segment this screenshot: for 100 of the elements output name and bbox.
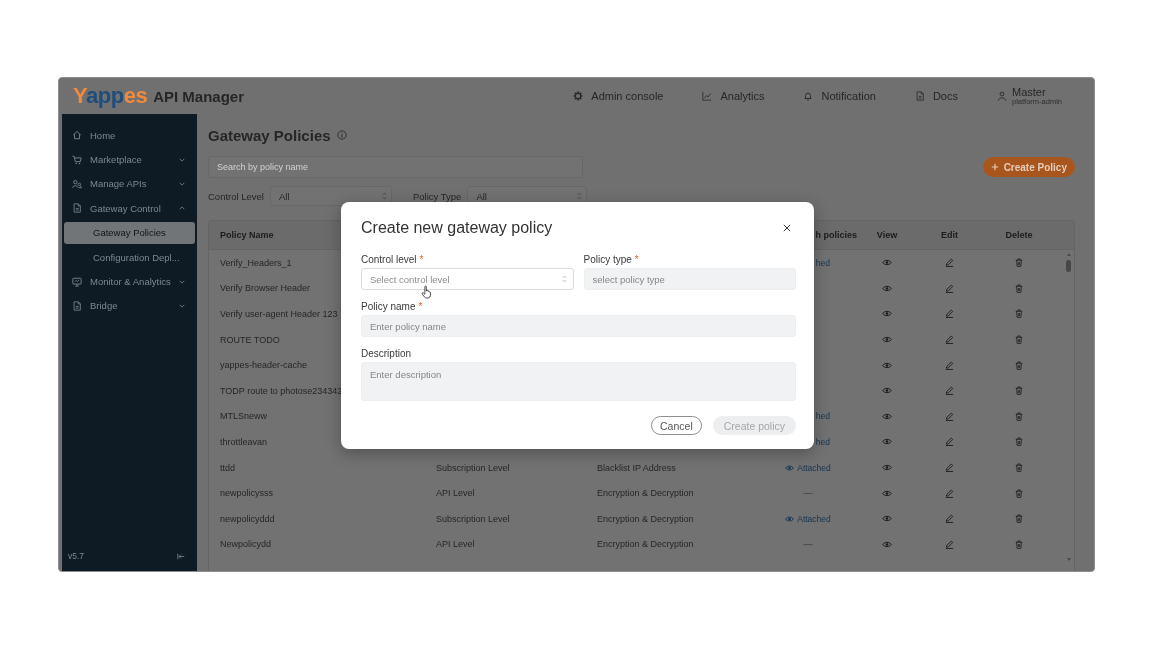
trash-icon[interactable]: [1015, 514, 1023, 524]
cancel-button[interactable]: Cancel: [651, 416, 702, 435]
text-area[interactable]: Enter description: [361, 362, 796, 401]
eye-icon[interactable]: [882, 438, 892, 446]
version-label: v5.7: [68, 551, 85, 561]
eye-icon: [785, 464, 795, 471]
chevron-updown-icon: [382, 192, 387, 200]
policy-name: yappes-header-cache: [220, 360, 308, 371]
nav-link[interactable]: Notification: [803, 90, 876, 102]
sidebar-subitem[interactable]: Gateway Policies: [64, 221, 195, 244]
eye-icon[interactable]: [882, 259, 892, 267]
trash-icon[interactable]: [1015, 437, 1023, 447]
control-level: API Level: [436, 539, 475, 550]
logo: Yappes: [73, 85, 148, 107]
policy-name: MTLSneww: [220, 411, 267, 422]
eye-icon[interactable]: [882, 387, 892, 395]
policy-name: ttdd: [220, 462, 235, 473]
policy-name: Verify_Headers_1: [220, 257, 292, 268]
sidebar-item[interactable]: Monitor & Analytics: [62, 269, 197, 294]
text-field[interactable]: select policy type: [583, 268, 796, 290]
user-icon: [996, 91, 1007, 101]
filter-select[interactable]: All: [270, 186, 392, 206]
policy-type: Encryption & Decryption: [597, 513, 694, 524]
app-title: API Manager: [153, 87, 244, 105]
text-field[interactable]: Enter policy name: [361, 315, 796, 337]
pencil-icon[interactable]: [945, 258, 954, 268]
select-field[interactable]: Select control level: [361, 268, 574, 290]
pencil-icon[interactable]: [945, 488, 954, 498]
modal-title: Create new gateway policy: [361, 219, 553, 237]
field-label: Description: [361, 348, 413, 360]
eye-icon[interactable]: [882, 361, 892, 369]
eye-icon[interactable]: [882, 489, 892, 497]
pencil-icon[interactable]: [945, 360, 954, 370]
column-header: Delete: [1005, 230, 1033, 240]
policy-name: TODP route to photose234342: [220, 385, 343, 396]
eye-icon[interactable]: [882, 284, 892, 292]
pencil-icon[interactable]: [945, 463, 954, 473]
attach-status: —: [803, 539, 813, 550]
eye-icon[interactable]: [882, 412, 892, 420]
trash-icon[interactable]: [1015, 411, 1023, 421]
home-icon: [72, 130, 82, 141]
trash-icon[interactable]: [1015, 335, 1023, 345]
plus-icon: [990, 163, 999, 171]
sidebar-item[interactable]: Marketplace: [62, 147, 197, 172]
pencil-icon[interactable]: [945, 539, 954, 549]
pencil-icon[interactable]: [945, 309, 954, 319]
control-level: Subscription Level: [436, 513, 510, 524]
pencil-icon[interactable]: [945, 335, 954, 345]
trash-icon[interactable]: [1015, 309, 1023, 319]
eye-icon[interactable]: [882, 310, 892, 318]
control-level: API Level: [436, 488, 475, 499]
users-icon: [72, 178, 82, 189]
attach-status: hed: [815, 436, 830, 447]
control-level: Subscription Level: [436, 462, 510, 473]
sidebar-item[interactable]: Bridge: [62, 293, 197, 319]
trash-icon[interactable]: [1015, 258, 1023, 268]
sidebar-item[interactable]: Home: [62, 123, 197, 148]
eye-icon: [785, 515, 795, 522]
close-icon[interactable]: [783, 224, 791, 232]
eye-icon[interactable]: [882, 515, 892, 523]
trash-icon[interactable]: [1015, 539, 1023, 549]
trash-icon[interactable]: [1015, 488, 1023, 498]
attach-status: —: [803, 488, 813, 499]
column-header: Policy Name: [220, 230, 274, 240]
policy-name: throttleavan: [220, 436, 268, 447]
pencil-icon[interactable]: [945, 386, 954, 396]
policy-name: newpolicyddd: [220, 513, 275, 524]
collapse-icon[interactable]: [177, 552, 185, 560]
policy-name: Verify Browser Header: [220, 283, 311, 294]
attach-status: Attached: [797, 462, 831, 473]
field-label: Policy type *: [583, 254, 640, 266]
document-icon: [72, 300, 82, 311]
search-field[interactable]: Search by policy name: [208, 156, 583, 178]
attach-status: hed: [815, 257, 830, 268]
nav-link[interactable]: Analytics: [702, 90, 765, 102]
nav-link[interactable]: Docs: [914, 90, 958, 102]
chevron-updown-icon: [561, 275, 567, 283]
sidebar-item[interactable]: Gateway Control: [62, 196, 197, 221]
nav-link[interactable]: Admin console: [573, 90, 664, 102]
trash-icon[interactable]: [1015, 463, 1023, 473]
monitor-icon: [72, 276, 82, 287]
pencil-icon[interactable]: [945, 411, 954, 421]
attach-status: Attached: [797, 513, 831, 524]
eye-icon[interactable]: [882, 336, 892, 344]
pencil-icon[interactable]: [945, 283, 954, 293]
trash-icon[interactable]: [1015, 283, 1023, 293]
user-name: Master: [1011, 85, 1047, 98]
eye-icon[interactable]: [882, 540, 892, 548]
eye-icon[interactable]: [882, 464, 892, 472]
info-icon[interactable]: [336, 130, 347, 140]
pencil-icon[interactable]: [945, 514, 954, 524]
pencil-icon[interactable]: [945, 437, 954, 447]
cart-icon: [72, 154, 82, 165]
line-chart-icon: [702, 91, 713, 101]
trash-icon[interactable]: [1015, 360, 1023, 370]
create-policy-button[interactable]: Create Policy: [982, 157, 1075, 177]
pointer-cursor-icon: [421, 285, 432, 299]
sidebar-item[interactable]: Manage APIs: [62, 171, 197, 197]
trash-icon[interactable]: [1015, 386, 1023, 396]
sidebar-subitem[interactable]: Configuration Depl...: [64, 246, 195, 269]
